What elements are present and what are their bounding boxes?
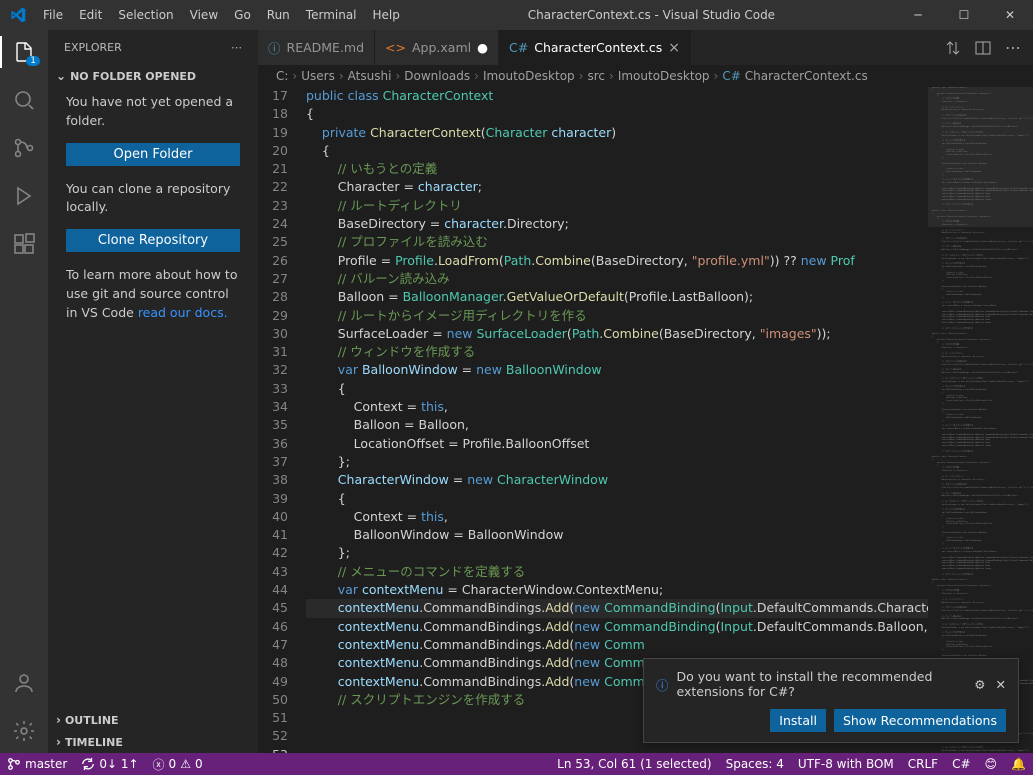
chevron-down-icon: ⌄ xyxy=(56,69,66,83)
toast-message: Do you want to install the recommended e… xyxy=(677,669,975,699)
menu-selection[interactable]: Selection xyxy=(110,8,181,22)
tab-readme[interactable]: ⓘ README.md xyxy=(258,30,375,65)
docs-message: To learn more about how to use git and s… xyxy=(66,266,240,322)
menu-help[interactable]: Help xyxy=(365,8,408,22)
account-icon[interactable] xyxy=(12,671,36,695)
settings-icon[interactable] xyxy=(12,719,36,743)
compare-changes-icon[interactable] xyxy=(945,40,961,56)
tabs: ⓘ README.md <> App.xaml ● C# CharacterCo… xyxy=(258,30,1033,65)
language[interactable]: C# xyxy=(945,757,977,771)
section-outline[interactable]: › OUTLINE xyxy=(48,709,258,731)
sync-item[interactable]: 0↓ 1↑ xyxy=(74,757,145,771)
notifications-icon[interactable]: 🔔 xyxy=(1004,757,1033,771)
no-folder-message: You have not yet opened a folder. xyxy=(66,93,240,131)
show-recommendations-button[interactable]: Show Recommendations xyxy=(834,709,1006,732)
cursor-position[interactable]: Ln 53, Col 61 (1 selected) xyxy=(550,757,718,771)
close-button[interactable]: ✕ xyxy=(987,0,1033,30)
tab-app-xaml[interactable]: <> App.xaml ● xyxy=(375,30,499,65)
dirty-icon: ● xyxy=(477,40,488,55)
notification-toast: ⓘ Do you want to install the recommended… xyxy=(643,658,1019,743)
encoding[interactable]: UTF-8 with BOM xyxy=(791,757,901,771)
indentation[interactable]: Spaces: 4 xyxy=(719,757,791,771)
section-no-folder[interactable]: ⌄ NO FOLDER OPENED xyxy=(48,65,258,87)
extensions-icon[interactable] xyxy=(12,232,36,256)
split-editor-icon[interactable] xyxy=(975,40,991,56)
status-bar: master 0↓ 1↑ ⓧ0 ⚠0 Ln 53, Col 61 (1 sele… xyxy=(0,753,1033,775)
branch-item[interactable]: master xyxy=(0,757,74,771)
menu-go[interactable]: Go xyxy=(226,8,259,22)
activity-bar: 1 xyxy=(0,30,48,753)
code-content[interactable]: public class CharacterContext{ private C… xyxy=(306,87,928,753)
menu-file[interactable]: File xyxy=(35,8,71,22)
more-actions-icon[interactable]: ⋯ xyxy=(1005,38,1021,57)
window-title: CharacterContext.cs - Visual Studio Code xyxy=(408,8,895,22)
info-icon: ⓘ xyxy=(656,675,669,694)
open-folder-button[interactable]: Open Folder xyxy=(66,143,240,166)
clone-repo-button[interactable]: Clone Repository xyxy=(66,229,240,252)
chevron-right-icon: › xyxy=(56,735,61,749)
source-control-icon[interactable] xyxy=(12,136,36,160)
gear-icon[interactable]: ⚙ xyxy=(974,677,985,692)
feedback-icon[interactable]: 😊 xyxy=(978,757,1005,771)
menu-view[interactable]: View xyxy=(182,8,226,22)
title-bar: File Edit Selection View Go Run Terminal… xyxy=(0,0,1033,30)
vscode-logo xyxy=(0,7,35,23)
errors-item[interactable]: ⓧ0 ⚠0 xyxy=(146,756,210,773)
menu-edit[interactable]: Edit xyxy=(71,8,110,22)
close-icon[interactable]: ✕ xyxy=(996,677,1006,692)
search-icon[interactable] xyxy=(12,88,36,112)
eol[interactable]: CRLF xyxy=(901,757,945,771)
docs-link[interactable]: read our docs. xyxy=(138,305,228,320)
breadcrumbs[interactable]: C:› Users› Atsushi› Downloads› ImoutoDes… xyxy=(258,65,1033,87)
editor-area: ⓘ README.md <> App.xaml ● C# CharacterCo… xyxy=(258,30,1033,753)
maximize-button[interactable]: ☐ xyxy=(941,0,987,30)
run-debug-icon[interactable] xyxy=(12,184,36,208)
more-icon[interactable]: ⋯ xyxy=(231,41,242,54)
menu-bar[interactable]: File Edit Selection View Go Run Terminal… xyxy=(35,8,408,22)
minimize-button[interactable]: ─ xyxy=(895,0,941,30)
install-button[interactable]: Install xyxy=(770,709,826,732)
chevron-right-icon: › xyxy=(56,713,61,727)
menu-run[interactable]: Run xyxy=(259,8,298,22)
menu-terminal[interactable]: Terminal xyxy=(298,8,365,22)
clone-message: You can clone a repository locally. xyxy=(66,180,240,218)
close-icon[interactable]: × xyxy=(668,40,680,56)
minimap[interactable]: public class CharacterContext { private … xyxy=(928,87,1033,753)
sidebar: EXPLORER ⋯ ⌄ NO FOLDER OPENED You have n… xyxy=(48,30,258,753)
explorer-icon[interactable]: 1 xyxy=(12,40,36,64)
tab-character-context[interactable]: C# CharacterContext.cs × xyxy=(499,30,691,65)
sidebar-title: EXPLORER xyxy=(64,41,122,54)
line-numbers: 1718192021222324252627282930313233343536… xyxy=(258,87,306,753)
section-timeline[interactable]: › TIMELINE xyxy=(48,731,258,753)
